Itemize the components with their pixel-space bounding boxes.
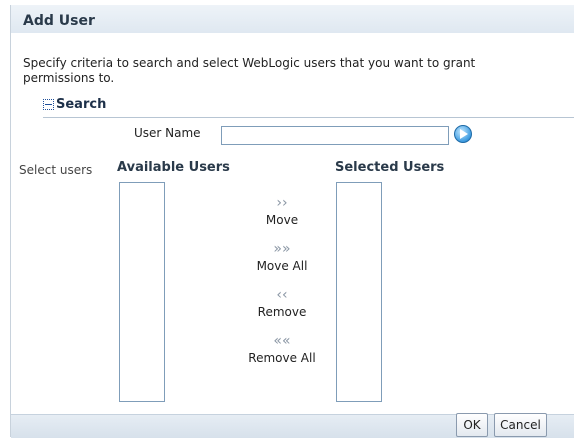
available-users-header: Available Users: [117, 160, 230, 175]
select-users-label: Select users: [19, 163, 93, 177]
move-right-icon: ››: [276, 195, 288, 211]
remove-all-left-icon: ««: [273, 333, 291, 349]
dialog-title: Add User: [23, 13, 95, 29]
ok-button[interactable]: OK: [456, 413, 488, 437]
remove-left-icon: ‹‹: [276, 287, 288, 303]
remove-all-label: Remove All: [248, 351, 316, 365]
move-all-label: Move All: [256, 259, 308, 273]
cancel-button[interactable]: Cancel: [494, 413, 547, 437]
username-input[interactable]: [221, 126, 449, 145]
selected-users-list[interactable]: [336, 182, 382, 402]
add-user-dialog: Add User Specify criteria to search and …: [10, 5, 574, 438]
collapse-icon: [43, 99, 54, 110]
available-users-list[interactable]: [119, 182, 165, 402]
move-all-button[interactable]: »» Move All: [242, 241, 322, 273]
dialog-footer: [11, 414, 574, 438]
selected-users-header: Selected Users: [335, 160, 445, 175]
move-all-right-icon: »»: [273, 241, 291, 257]
move-label: Move: [265, 213, 299, 227]
dialog-description: Specify criteria to search and select We…: [23, 56, 476, 85]
go-arrow-icon[interactable]: [454, 125, 472, 143]
search-divider: [43, 117, 574, 118]
dialog-titlebar: Add User: [11, 5, 574, 33]
remove-all-button[interactable]: «« Remove All: [242, 333, 322, 365]
search-section-label: Search: [56, 97, 107, 112]
remove-label: Remove: [257, 305, 307, 319]
search-section-toggle[interactable]: Search: [43, 97, 106, 112]
remove-button[interactable]: ‹‹ Remove: [242, 287, 322, 319]
move-button[interactable]: ›› Move: [242, 195, 322, 227]
username-label: User Name: [134, 126, 201, 140]
